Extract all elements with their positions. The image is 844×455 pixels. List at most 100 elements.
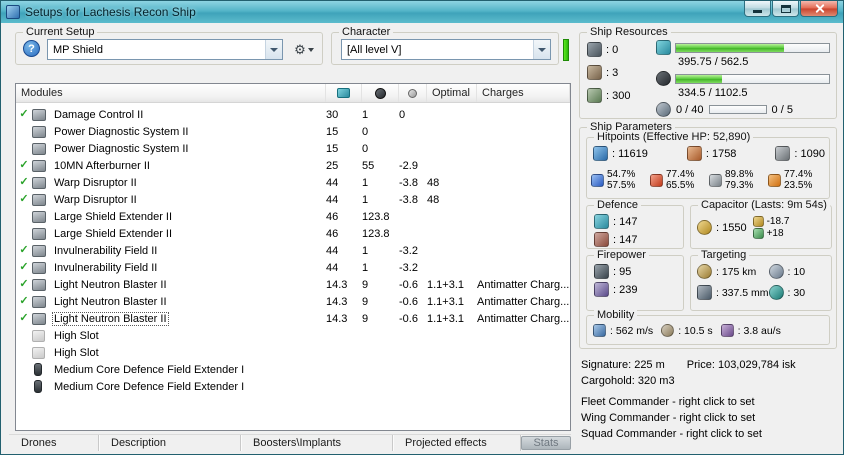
module-row[interactable]: ✓ Light Neutron Blaster II 14.3 9 -0.6 1.1+3.… bbox=[16, 276, 570, 293]
hitpoints-label: Hitpoints (Effective HP: 52,890) bbox=[594, 131, 754, 143]
module-row[interactable]: ✓ Warp Disruptor II 44 1 -3.8 48 bbox=[16, 174, 570, 191]
volley-stat: : 239 bbox=[594, 282, 637, 297]
module-charges: Antimatter Charg... bbox=[477, 278, 570, 291]
cap-drain-icon bbox=[752, 216, 764, 227]
module-row[interactable]: Large Shield Extender II 46 123.8 bbox=[16, 208, 570, 225]
align-time-stat: : 10.5 s bbox=[661, 324, 713, 337]
active-check-icon: ✓ bbox=[19, 193, 29, 205]
setup-select[interactable]: MP Shield bbox=[47, 39, 283, 60]
defence-label: Defence bbox=[594, 199, 641, 211]
slot-icon bbox=[32, 329, 45, 342]
powergrid-icon bbox=[374, 87, 386, 99]
module-row[interactable]: Large Shield Extender II 46 123.8 bbox=[16, 225, 570, 242]
cpu-usage-text: 395.75 / 562.5 bbox=[678, 56, 749, 68]
maximize-button[interactable] bbox=[772, 1, 799, 17]
targeting-group: Targeting : 175 km : 10 : 337.5 mm : 30 bbox=[690, 249, 832, 311]
launcher-hardpoints-stat: : 3 bbox=[587, 65, 653, 80]
chevron-down-icon[interactable] bbox=[265, 40, 282, 59]
thermal-resist-stat: 77.4% 65.5% bbox=[650, 169, 709, 191]
ship-resources-group: Ship Resources : 0 : 3 : 300 395.75 / 56… bbox=[579, 26, 837, 119]
signature-text: Signature: 225 m bbox=[581, 359, 665, 371]
setup-tools-button[interactable]: ⚙ bbox=[288, 39, 320, 60]
module-charges: Antimatter Charg... bbox=[477, 312, 570, 325]
module-icon bbox=[32, 312, 46, 325]
squad-commander-row[interactable]: Squad Commander - right click to set bbox=[581, 426, 839, 442]
close-button[interactable] bbox=[800, 1, 838, 17]
character-select[interactable]: [All level V] bbox=[341, 39, 551, 60]
module-row[interactable]: ✓ Light Neutron Blaster II 14.3 9 -0.6 1.1+3.… bbox=[16, 293, 570, 310]
module-pg: 1 bbox=[362, 244, 369, 257]
hull-hp-stat: : 1090 bbox=[775, 146, 825, 161]
cap-boost-icon bbox=[752, 228, 764, 239]
module-pg: 1 bbox=[362, 108, 369, 121]
module-icon bbox=[32, 244, 46, 257]
tab-projected-effects[interactable]: Projected effects bbox=[393, 435, 521, 451]
module-cpu: 46 bbox=[326, 227, 339, 240]
capacitor-icon bbox=[408, 88, 417, 98]
help-button[interactable]: ? bbox=[23, 40, 40, 57]
stats-button[interactable]: Stats bbox=[521, 436, 571, 450]
capacitor-column-header[interactable] bbox=[399, 84, 427, 102]
chevron-down-icon[interactable] bbox=[533, 40, 550, 59]
module-row[interactable]: High Slot bbox=[16, 327, 570, 344]
active-check-icon: ✓ bbox=[19, 176, 29, 188]
titlebar[interactable]: Setups for Lachesis Recon Ship bbox=[1, 1, 843, 23]
module-row[interactable]: Medium Core Defence Field Extender I bbox=[16, 378, 570, 395]
fleet-commander-row[interactable]: Fleet Commander - right click to set bbox=[581, 394, 839, 410]
active-check-icon: ✓ bbox=[19, 295, 29, 307]
module-row[interactable]: ✓ Damage Control II 30 1 0 bbox=[16, 106, 570, 123]
module-optimal: 1.1+3.1 bbox=[427, 295, 465, 308]
module-cap: -3.2 bbox=[399, 261, 418, 274]
hitpoints-row: : 11619 : 1758 : 1090 bbox=[593, 146, 825, 161]
tab-boosters-implants[interactable]: Boosters\Implants bbox=[241, 435, 393, 451]
module-row[interactable]: Power Diagnostic System II 15 0 bbox=[16, 123, 570, 140]
module-row[interactable]: ✓ 10MN Afterburner II 25 55 -2.9 bbox=[16, 157, 570, 174]
tab-description[interactable]: Description bbox=[99, 435, 241, 451]
module-cap: -3.8 bbox=[399, 193, 418, 206]
module-icon bbox=[32, 278, 46, 291]
module-name: Warp Disruptor II bbox=[54, 193, 137, 206]
module-row[interactable]: ✓ Invulnerability Field II 44 1 -3.2 bbox=[16, 242, 570, 259]
calibration-icon bbox=[587, 88, 602, 103]
explosive-resist-stat: 77.4% 23.5% bbox=[768, 169, 827, 191]
module-row[interactable]: Medium Core Defence Field Extender I bbox=[16, 361, 570, 378]
module-icon bbox=[32, 142, 46, 155]
defence-group: Defence : 147 : 147 bbox=[586, 199, 684, 249]
module-name: Medium Core Defence Field Extender I bbox=[54, 380, 245, 393]
module-name: Power Diagnostic System II bbox=[54, 142, 189, 155]
active-check-icon: ✓ bbox=[19, 159, 29, 171]
cpu-column-header[interactable] bbox=[326, 84, 362, 102]
module-cap: -3.2 bbox=[399, 244, 418, 257]
ship-parameters-group: Ship Parameters Hitpoints (Effective HP:… bbox=[579, 121, 837, 349]
charges-column-header[interactable]: Charges bbox=[477, 84, 570, 102]
active-check-icon: ✓ bbox=[19, 261, 29, 273]
module-cpu: 14.3 bbox=[326, 295, 348, 308]
module-row[interactable]: ✓ Light Neutron Blaster II 14.3 9 -0.6 1.1+3.… bbox=[16, 310, 570, 327]
capacitor-capacity-stat: : 1550 bbox=[697, 220, 747, 235]
module-row[interactable]: Power Diagnostic System II 15 0 bbox=[16, 140, 570, 157]
tab-drones[interactable]: Drones bbox=[9, 435, 99, 451]
minimize-button[interactable] bbox=[744, 1, 771, 17]
shield-recharge-stat: : 147 bbox=[594, 214, 637, 229]
cargohold-text: Cargohold: 320 m3 bbox=[581, 375, 675, 387]
targeting-range-icon bbox=[697, 264, 712, 279]
powergrid-column-header[interactable] bbox=[362, 84, 399, 102]
mobility-group: Mobility : 562 m/s : 10.5 s : 3.8 au/s bbox=[586, 309, 830, 345]
price-text: Price: 103,029,784 isk bbox=[686, 359, 796, 371]
module-pg: 9 bbox=[362, 295, 369, 308]
module-name: Damage Control II bbox=[54, 108, 144, 121]
module-row[interactable]: ✓ Warp Disruptor II 44 1 -3.8 48 bbox=[16, 191, 570, 208]
module-row[interactable]: High Slot bbox=[16, 344, 570, 361]
max-targets-stat: : 10 bbox=[768, 264, 831, 279]
kinetic-resist-stat: 89.8% 79.3% bbox=[709, 169, 768, 191]
modules-column-header[interactable]: Modules bbox=[16, 84, 326, 102]
module-charges: Antimatter Charg... bbox=[477, 295, 570, 308]
sensor-strength-icon bbox=[768, 285, 784, 300]
sensor-strength-stat: : 30 bbox=[768, 285, 831, 300]
wing-commander-row[interactable]: Wing Commander - right click to set bbox=[581, 410, 839, 426]
optimal-column-header[interactable]: Optimal bbox=[427, 84, 477, 102]
module-cpu: 44 bbox=[326, 244, 339, 257]
ship-resources-label: Ship Resources bbox=[587, 26, 671, 38]
module-pg: 123.8 bbox=[362, 210, 390, 223]
module-row[interactable]: ✓ Invulnerability Field II 44 1 -3.2 bbox=[16, 259, 570, 276]
